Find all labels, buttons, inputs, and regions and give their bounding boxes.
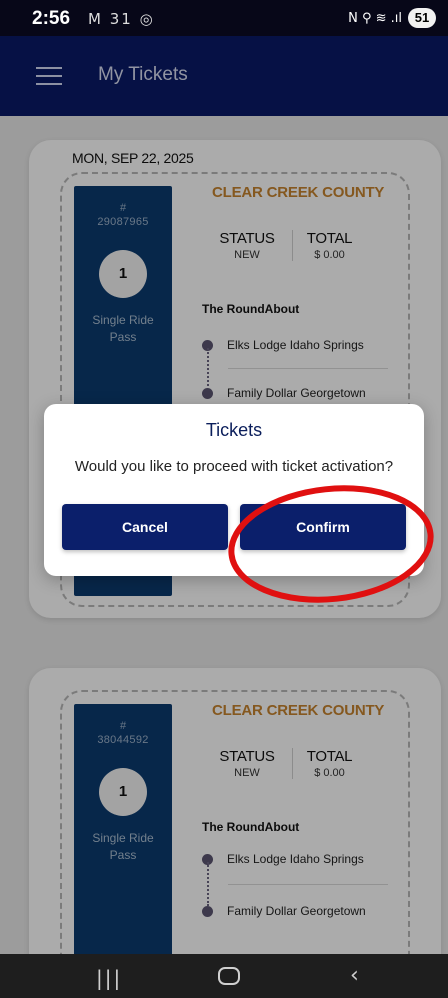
system-status-icons: N ⚲ ≋ .ıl [348, 11, 402, 26]
status-bar: 2:56 M 31 ◎ N ⚲ ≋ .ıl 51 [0, 0, 448, 36]
recent-apps-icon[interactable]: ||| [96, 966, 122, 990]
battery-icon: 51 [408, 8, 436, 28]
back-icon[interactable]: ‹ [350, 963, 359, 988]
dialog-message: Would you like to proceed with ticket ac… [74, 458, 394, 475]
confirm-button[interactable]: Confirm [240, 504, 406, 550]
notification-icons: M 31 ◎ [88, 10, 155, 28]
system-nav-bar: ||| ‹ [0, 954, 448, 998]
cancel-button[interactable]: Cancel [62, 504, 228, 550]
home-icon[interactable] [218, 967, 240, 985]
status-time: 2:56 [32, 8, 71, 29]
activation-dialog: Tickets Would you like to proceed with t… [44, 404, 424, 576]
dialog-title: Tickets [205, 420, 263, 440]
